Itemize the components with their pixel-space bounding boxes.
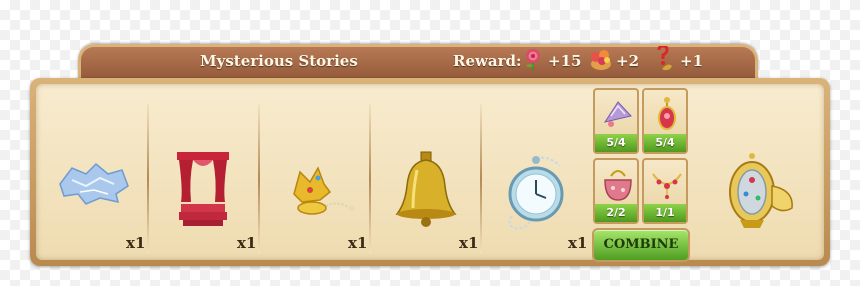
result-slot bbox=[696, 92, 820, 256]
reward-label: Reward: bbox=[453, 52, 522, 70]
reward-amount: +1 bbox=[680, 52, 704, 70]
item-count: x1 bbox=[459, 234, 479, 252]
item-count: x1 bbox=[126, 234, 146, 252]
sub-item-count: 2/2 bbox=[595, 204, 637, 222]
rose-icon bbox=[526, 49, 540, 71]
earring-icon bbox=[658, 97, 676, 130]
reward-amount: +15 bbox=[548, 52, 582, 70]
flower-bouquet-icon bbox=[591, 50, 611, 70]
golden-bell-icon bbox=[395, 151, 457, 227]
jeweled-egg-icon bbox=[729, 153, 793, 228]
item-slot[interactable]: x1 bbox=[482, 90, 592, 254]
sub-item-slot[interactable]: 2/2 bbox=[593, 158, 639, 224]
sub-item-count: 5/4 bbox=[595, 134, 637, 152]
sub-item-count: 5/4 bbox=[644, 134, 686, 152]
sub-item-slot[interactable]: 5/4 bbox=[642, 88, 688, 154]
fan-icon bbox=[603, 101, 632, 127]
red-curtain-icon bbox=[177, 152, 229, 226]
pocket-watch-icon bbox=[508, 156, 564, 230]
window-title: Mysterious Stories bbox=[200, 52, 358, 70]
item-slot[interactable]: x1 bbox=[371, 90, 481, 254]
reward-amount: +2 bbox=[616, 52, 640, 70]
sub-item-slot[interactable]: 5/4 bbox=[593, 88, 639, 154]
mystery-item-icon bbox=[657, 46, 672, 71]
item-count: x1 bbox=[237, 234, 257, 252]
item-count: x1 bbox=[568, 234, 588, 252]
sub-item-slot[interactable]: 1/1 bbox=[642, 158, 688, 224]
item-slot[interactable]: x1 bbox=[260, 90, 370, 254]
sub-item-count: 1/1 bbox=[644, 204, 686, 222]
necklace-icon bbox=[652, 173, 682, 199]
item-count: x1 bbox=[348, 234, 368, 252]
ice-crystal-icon bbox=[59, 162, 129, 205]
combine-button[interactable]: COMBINE bbox=[592, 228, 690, 262]
gold-jewelry-icon bbox=[293, 166, 355, 215]
purse-icon bbox=[604, 170, 632, 201]
item-slot[interactable]: x1 bbox=[149, 90, 259, 254]
item-slot[interactable]: x1 bbox=[38, 90, 148, 254]
